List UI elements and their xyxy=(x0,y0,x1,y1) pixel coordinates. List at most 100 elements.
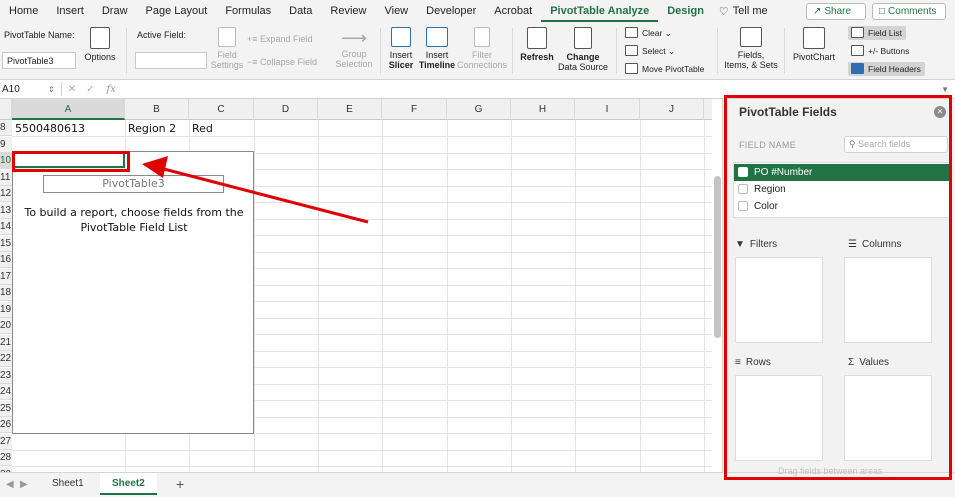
cell-b8[interactable]: Region 2 xyxy=(125,121,176,137)
row-header-21[interactable]: 21 xyxy=(0,335,12,351)
row-header-13[interactable]: 13 xyxy=(0,203,12,219)
group-label-2: Selection xyxy=(335,59,373,69)
row-header-19[interactable]: 19 xyxy=(0,302,12,318)
cancel-icon[interactable]: ✕ xyxy=(62,84,82,95)
share-label: Share xyxy=(824,6,852,17)
insert-slicer-label-2: Slicer xyxy=(388,60,414,70)
field-list-toggle[interactable]: Field List xyxy=(848,26,907,40)
plus-minus-buttons-toggle[interactable]: +/- Buttons xyxy=(848,44,913,58)
sheet-tab-sheet1[interactable]: Sheet1 xyxy=(40,473,96,495)
row-header-17[interactable]: 17 xyxy=(0,269,12,285)
pivottable-placeholder[interactable]: PivotTable3 To build a report, choose fi… xyxy=(12,151,254,434)
filter-connections-button[interactable]: Filter Connections xyxy=(457,27,507,70)
clear-button[interactable]: Clear ⌄ xyxy=(622,26,676,40)
row-header-12[interactable]: 12 xyxy=(0,186,12,202)
pivotchart-button[interactable]: PivotChart xyxy=(789,27,839,62)
cell-a8[interactable]: 5500480613 xyxy=(12,121,85,137)
row-header-25[interactable]: 25 xyxy=(0,401,12,417)
row-header-24[interactable]: 24 xyxy=(0,384,12,400)
gridline xyxy=(12,450,712,451)
field-headers-label: Field Headers xyxy=(868,64,921,74)
confirm-icon[interactable]: ✓ xyxy=(82,84,98,95)
field-settings-button[interactable]: Field Settings xyxy=(207,27,247,70)
options-button[interactable]: Options xyxy=(80,27,120,62)
tab-data[interactable]: Data xyxy=(280,0,321,22)
name-box-stepper-icon[interactable]: ⇕ xyxy=(48,85,61,94)
column-header-d[interactable]: D xyxy=(254,99,318,120)
row-header-22[interactable]: 22 xyxy=(0,351,12,367)
row-header-28[interactable]: 28 xyxy=(0,450,12,466)
collapse-field-button[interactable]: −≡ Collapse Field xyxy=(247,57,319,67)
expand-formula-icon[interactable]: ▼ xyxy=(941,85,955,94)
timeline-icon xyxy=(426,27,448,47)
select-all-corner[interactable] xyxy=(0,99,12,120)
row-header-10[interactable]: 10 xyxy=(0,153,12,169)
cell-c8[interactable]: Red xyxy=(189,121,213,137)
previous-sheet-icon[interactable]: ◀ xyxy=(6,479,14,490)
row-header-27[interactable]: 27 xyxy=(0,434,12,450)
field-headers-toggle[interactable]: Field Headers xyxy=(848,62,925,76)
sheet-tab-sheet2[interactable]: Sheet2 xyxy=(100,473,157,495)
function-icon[interactable]: fx xyxy=(98,84,123,95)
insert-timeline-button[interactable]: Insert Timeline xyxy=(418,27,456,70)
row-header-18[interactable]: 18 xyxy=(0,285,12,301)
filter-connections-label-2: Connections xyxy=(457,60,508,70)
tab-insert[interactable]: Insert xyxy=(47,0,93,22)
column-header-a[interactable]: A xyxy=(12,99,125,120)
insert-slicer-label-1: Insert xyxy=(389,50,413,60)
column-header-e[interactable]: E xyxy=(318,99,382,120)
tab-page-layout[interactable]: Page Layout xyxy=(137,0,217,22)
row-header-20[interactable]: 20 xyxy=(0,318,12,334)
row-header-15[interactable]: 15 xyxy=(0,236,12,252)
row-header-23[interactable]: 23 xyxy=(0,368,12,384)
tab-formulas[interactable]: Formulas xyxy=(216,0,280,22)
column-header-k[interactable] xyxy=(704,99,712,120)
row-header-16[interactable]: 16 xyxy=(0,252,12,268)
pivottable-instructions: To build a report, choose fields from th… xyxy=(24,206,244,234)
pivottable-name-input[interactable]: PivotTable3 xyxy=(2,52,76,69)
change-data-source-button[interactable]: Change Data Source xyxy=(557,27,609,72)
tab-draw[interactable]: Draw xyxy=(93,0,137,22)
tab-acrobat[interactable]: Acrobat xyxy=(485,0,541,22)
tab-pivottable-analyze[interactable]: PivotTable Analyze xyxy=(541,0,659,22)
name-box[interactable]: A10 xyxy=(0,84,48,95)
share-button[interactable]: ↗ Share xyxy=(806,3,866,20)
row-header-9[interactable]: 9 xyxy=(0,137,12,153)
column-header-h[interactable]: H xyxy=(511,99,575,120)
highlight-box-active-cell xyxy=(12,151,130,172)
highlight-box-pivot-pane xyxy=(724,95,952,480)
move-pivottable-button[interactable]: Move PivotTable xyxy=(622,62,708,76)
tab-view[interactable]: View xyxy=(375,0,417,22)
active-field-input[interactable] xyxy=(135,52,207,69)
move-pivottable-label: Move PivotTable xyxy=(642,64,705,74)
change-ds-label-2: Data Source xyxy=(557,62,609,72)
tell-me-search[interactable]: ♡ Tell me xyxy=(713,5,774,18)
column-header-b[interactable]: B xyxy=(125,99,189,120)
column-header-c[interactable]: C xyxy=(189,99,254,120)
tab-review[interactable]: Review xyxy=(321,0,375,22)
column-header-j[interactable]: J xyxy=(640,99,704,120)
fields-label-2: Items, & Sets xyxy=(724,60,778,70)
comments-button[interactable]: □ Comments xyxy=(872,3,946,20)
tab-home[interactable]: Home xyxy=(0,0,47,22)
row-header-14[interactable]: 14 xyxy=(0,219,12,235)
row-header-11[interactable]: 11 xyxy=(0,170,12,186)
group-selection-button[interactable]: ⟶ Group Selection xyxy=(333,27,375,69)
refresh-button[interactable]: Refresh xyxy=(518,27,556,62)
row-header-26[interactable]: 26 xyxy=(0,417,12,433)
next-sheet-icon[interactable]: ▶ xyxy=(20,479,28,490)
row-header-8[interactable]: 8 xyxy=(0,120,12,136)
add-sheet-icon[interactable]: + xyxy=(176,476,184,492)
expand-field-button[interactable]: +≡ Expand Field xyxy=(247,34,317,44)
insert-slicer-button[interactable]: Insert Slicer xyxy=(385,27,417,70)
fields-items-sets-button[interactable]: Fields, Items, & Sets xyxy=(722,27,780,70)
tab-developer[interactable]: Developer xyxy=(417,0,485,22)
select-button[interactable]: Select ⌄ xyxy=(622,44,679,58)
tab-design[interactable]: Design xyxy=(658,0,713,22)
field-headers-icon xyxy=(851,63,864,74)
column-header-i[interactable]: I xyxy=(575,99,640,120)
vertical-scrollbar[interactable] xyxy=(714,176,721,338)
column-header-f[interactable]: F xyxy=(382,99,447,120)
column-header-g[interactable]: G xyxy=(447,99,511,120)
field-settings-icon xyxy=(218,27,236,47)
